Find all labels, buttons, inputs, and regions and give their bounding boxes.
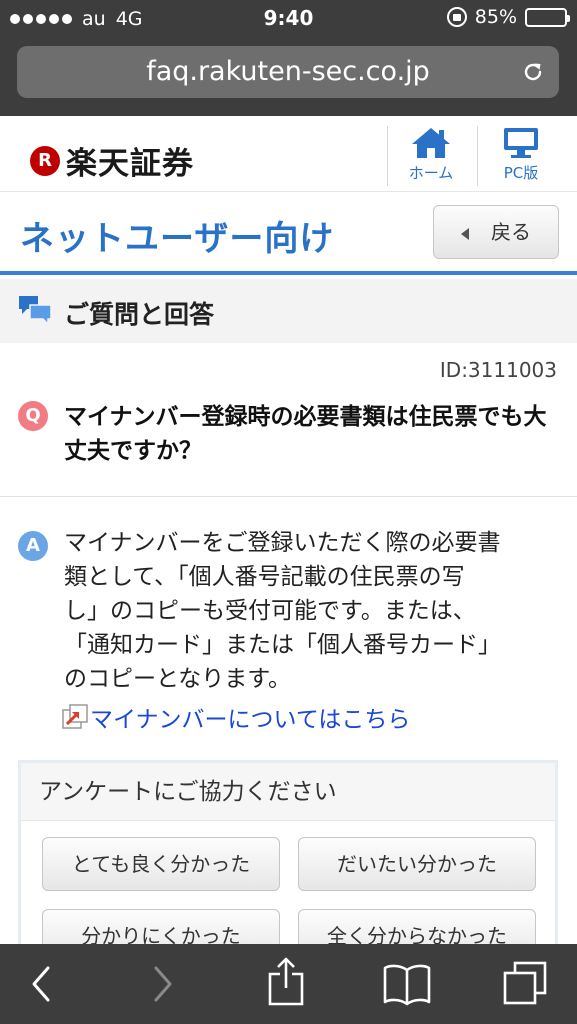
- browser-toolbar: [0, 944, 577, 1024]
- survey-box: アンケートにご協力ください とても良く分かった だいたい分かった 分かりにくかっ…: [18, 760, 558, 963]
- monitor-icon: [504, 128, 538, 158]
- survey-title: アンケートにご協力ください: [21, 763, 555, 821]
- home-button[interactable]: ホーム: [388, 126, 474, 186]
- back-button[interactable]: 戻る: [433, 205, 559, 259]
- page-title: ネットユーザー向け: [20, 219, 335, 259]
- answer-line: 類として、「個人番号記載の住民票の写: [64, 564, 465, 590]
- section-header: ご質問と回答: [0, 279, 577, 343]
- question-badge: Q: [18, 401, 48, 431]
- battery-percent: 85%: [474, 6, 517, 28]
- site-header: R 楽天証券 ホーム PC版: [0, 116, 577, 192]
- chat-bubbles-icon: [19, 296, 52, 326]
- home-icon: [412, 128, 450, 158]
- answer-line: マイナンバーをご登録いただく際の必要書: [64, 530, 501, 556]
- divider: [0, 496, 577, 497]
- status-bar: au 4G 9:40 85%: [0, 0, 577, 36]
- bookmarks-icon[interactable]: [382, 962, 432, 1006]
- pc-version-label: PC版: [503, 164, 539, 182]
- mynumber-link-text: マイナンバーについてはこちら: [90, 707, 411, 733]
- address-url: faq.rakuten-sec.co.jp: [146, 56, 430, 87]
- survey-option-mostly-clear[interactable]: だいたい分かった: [298, 837, 536, 891]
- orientation-lock-icon: [446, 7, 467, 27]
- question-text: マイナンバー登録時の必要書類は住民票でも大丈夫ですか？: [64, 404, 547, 464]
- answer-line: 「通知カード」または「個人番号カード」: [64, 632, 501, 658]
- tabs-icon[interactable]: [502, 960, 548, 1006]
- answer-line: し」のコピーも受付可能です。または、: [64, 598, 476, 624]
- question-id: ID:3111003: [439, 358, 557, 382]
- triangle-left-icon: [461, 227, 469, 240]
- mynumber-link[interactable]: マイナンバーについてはこちら: [62, 700, 410, 734]
- share-icon[interactable]: [266, 956, 306, 1008]
- survey-option-very-clear[interactable]: とても良く分かった: [42, 837, 280, 891]
- battery-icon: [525, 7, 570, 27]
- section-title: ご質問と回答: [64, 300, 215, 329]
- title-bar: ネットユーザー向け 戻る: [0, 193, 577, 275]
- forward-arrow-icon[interactable]: [148, 962, 178, 1006]
- answer-badge: A: [18, 531, 48, 561]
- pc-version-button[interactable]: PC版: [478, 126, 564, 186]
- home-label: ホーム: [408, 164, 454, 182]
- back-label: 戻る: [491, 220, 531, 244]
- browser-address-area: faq.rakuten-sec.co.jp: [0, 36, 577, 116]
- external-link-icon: [62, 704, 88, 729]
- status-right: 85%: [446, 6, 570, 28]
- reload-icon[interactable]: [521, 60, 545, 84]
- logo-mark: R: [30, 145, 60, 176]
- rakuten-logo[interactable]: R 楽天証券: [30, 138, 194, 183]
- back-arrow-icon[interactable]: [26, 962, 56, 1006]
- answer-line: のコピーとなります。: [64, 666, 292, 692]
- logo-text: 楽天証券: [66, 146, 194, 182]
- address-bar[interactable]: faq.rakuten-sec.co.jp: [17, 46, 559, 98]
- answer-text: マイナンバーをご登録いただく際の必要書 類として、「個人番号記載の住民票の写 し…: [64, 526, 554, 696]
